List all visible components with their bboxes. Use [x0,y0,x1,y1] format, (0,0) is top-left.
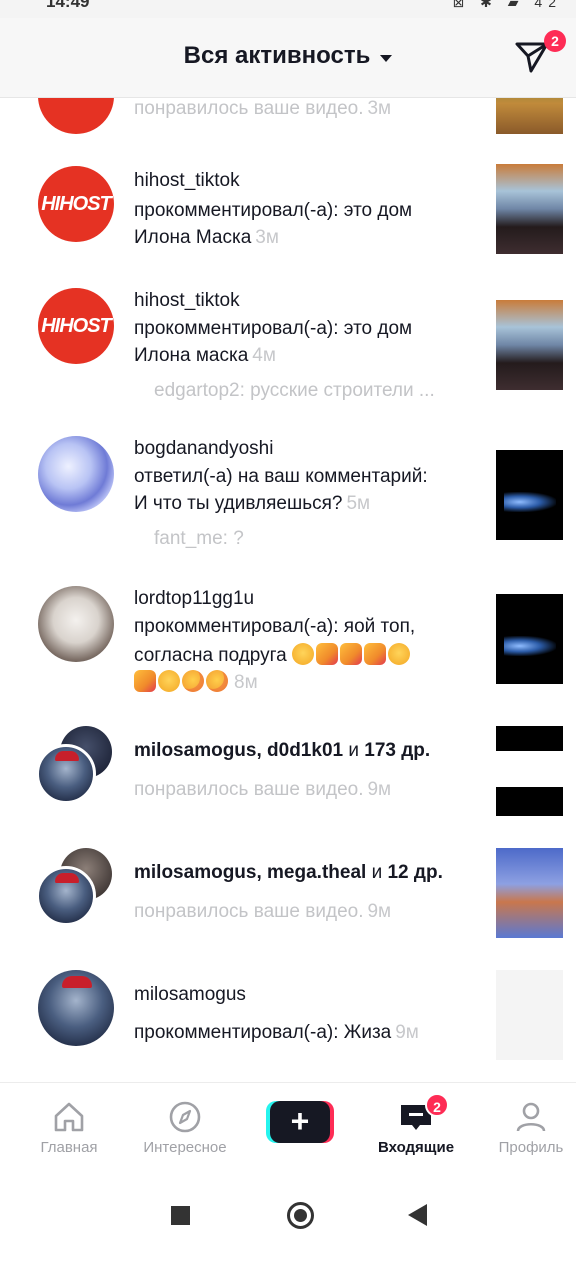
notification-text: понравилось ваше видео. [134,98,364,119]
dm-badge: 2 [544,30,566,52]
activity-header: Вся активность 2 [0,18,576,98]
avatar-group[interactable] [36,726,116,806]
status-icons: ⊠ ✱ ▰ 42 [452,0,562,10]
nail-polish-emoji-icon [340,643,363,665]
avatar-group[interactable] [36,848,116,928]
avatar[interactable] [38,970,114,1046]
and-text: и [371,862,383,883]
status-time: 14:49 [46,0,90,11]
nav-profile-label: Профиль [498,1139,564,1156]
and-text: и [348,740,359,761]
reply-preview[interactable]: edgartop2: русские строители ... [154,380,435,402]
list-item[interactable]: понравилось ваше видео. 3м [0,98,576,168]
nav-inbox[interactable]: 2 Входящие [361,1083,471,1175]
create-video-button[interactable]: + [266,1101,334,1143]
username[interactable]: lordtop11gg1u [134,588,254,610]
caret-down-icon [380,55,393,63]
back-icon[interactable] [408,1204,427,1226]
usernames[interactable]: milosamogus, d0d1k01 [134,740,343,761]
notification-text: понравилось ваше видео. [134,779,364,800]
avatar-logo-text: HIHOST [41,315,112,337]
nav-discover[interactable]: Интересное [130,1083,240,1175]
username[interactable]: hihost_tiktok [134,170,240,192]
notifications-list[interactable]: понравилось ваше видео. 3м HIHOST hihost_… [0,98,576,1082]
username[interactable]: hihost_tiktok [134,290,240,312]
video-thumbnail[interactable] [496,450,563,540]
nav-discover-label: Интересное [143,1139,227,1156]
nav-profile[interactable]: Профиль [476,1083,576,1175]
notification-text: прокомментировал(-а): это дом [134,318,413,339]
home-button-icon[interactable] [287,1202,314,1229]
notification-time: 9м [395,1022,419,1043]
nav-home-label: Главная [40,1139,98,1156]
inbox-badge: 2 [425,1093,449,1117]
nav-home[interactable]: Главная [14,1083,124,1175]
eye-roll-emoji-icon [292,643,315,665]
avatar[interactable] [38,98,114,134]
comment-text: И что ты удивляешься? [134,493,343,514]
bottom-navigation: Главная Интересное + 2 Входящие Профиль [0,1082,576,1174]
notification-time: 3м [255,227,279,248]
list-item[interactable]: lordtop11gg1u прокомментировал(-а): яой … [0,586,576,696]
others-count[interactable]: 173 др. [364,740,430,761]
notification-text: прокомментировал(-а): это дом [134,200,413,221]
video-thumbnail[interactable] [496,726,563,816]
nav-inbox-label: Входящие [377,1139,455,1156]
avatar [36,866,96,926]
usernames[interactable]: milosamogus, mega.theal [134,862,366,883]
avatar[interactable]: HIHOST [38,288,114,364]
kiss-emoji-icon [182,670,204,692]
comment-text: Илона маска [134,345,249,366]
notification-time: 4м [252,345,276,366]
header-title: Вся активность [183,42,371,69]
video-thumbnail[interactable] [496,300,563,390]
video-thumbnail[interactable] [496,848,563,938]
compass-icon [169,1101,201,1133]
reply-preview[interactable]: fant_me: ? [154,528,244,550]
notification-text: прокомментировал(-а): Жиза [134,1022,392,1043]
avatar[interactable] [38,436,114,512]
list-item[interactable]: milosamogus, mega.theal и 12 др. понрави… [0,846,576,946]
list-item[interactable]: HIHOST hihost_tiktok прокомментировал(-а… [0,164,576,274]
recent-apps-icon[interactable] [171,1206,190,1225]
nail-polish-emoji-icon [316,643,339,665]
avatar[interactable] [38,586,114,662]
notification-time: 5м [346,493,371,514]
list-item[interactable]: milosamogus, d0d1k01 и 173 др. понравило… [0,724,576,824]
avatar-logo-text: HIHOST [41,193,112,215]
video-thumbnail[interactable] [496,594,563,684]
notification-time: 9м [367,779,392,800]
list-item[interactable]: HIHOST hihost_tiktok прокомментировал(-а… [0,288,576,418]
avatar[interactable]: HIHOST [38,166,114,242]
comment-text: Илона Маска [134,227,252,248]
nail-polish-emoji-icon [134,670,156,692]
list-item[interactable]: milosamogus прокомментировал(-а): Жиза 9м [0,970,576,1070]
direct-messages-button[interactable]: 2 [514,30,566,76]
notification-text: прокомментировал(-а): яой топ, [134,616,416,637]
list-item[interactable]: bogdanandyoshi ответил(-а) на ваш коммен… [0,436,576,556]
video-thumbnail[interactable] [496,98,563,134]
notification-time: 8м [234,672,258,693]
video-thumbnail[interactable] [496,970,563,1060]
username[interactable]: bogdanandyoshi [134,438,273,460]
notification-time: 3м [367,98,392,119]
avatar [36,744,96,804]
video-thumbnail[interactable] [496,164,563,254]
comment-text: согласна подруга [134,645,287,666]
activity-filter-dropdown[interactable]: Вся активность [0,42,576,70]
username[interactable]: milosamogus [134,984,246,1006]
notification-text: понравилось ваше видео. [134,901,364,922]
plus-icon: + [270,1101,330,1143]
kiss-emoji-icon [206,670,228,692]
status-bar: 14:49 ⊠ ✱ ▰ 42 [0,0,576,18]
eye-roll-emoji-icon [158,670,180,692]
profile-icon [516,1102,546,1132]
others-count[interactable]: 12 др. [387,862,442,883]
system-navigation-bar [0,1174,576,1280]
nail-polish-emoji-icon [364,643,387,665]
eye-roll-emoji-icon [388,643,411,665]
notification-text: ответил(-а) на ваш комментарий: [134,466,428,487]
notification-time: 9м [367,901,392,922]
home-icon [54,1102,84,1132]
